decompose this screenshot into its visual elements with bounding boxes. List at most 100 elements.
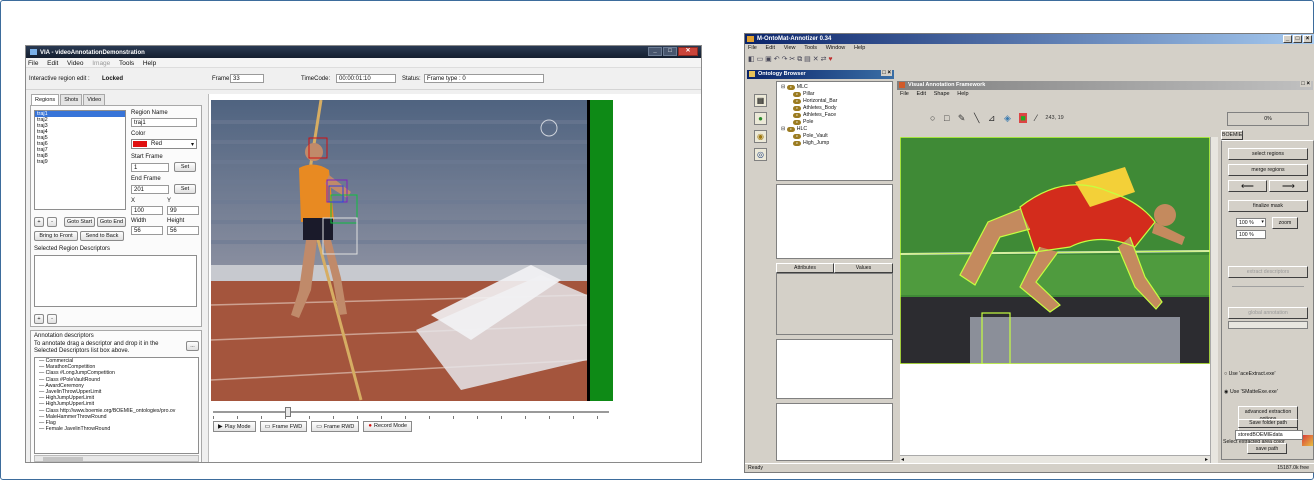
- menu-tools[interactable]: Tools: [119, 60, 134, 67]
- instances-panel[interactable]: [776, 184, 893, 259]
- menu-tools[interactable]: Tools: [804, 45, 817, 51]
- regions-list[interactable]: traj1 traj2 traj3 traj4 traj5 traj6 traj…: [34, 110, 126, 210]
- copy-icon[interactable]: ⧉: [797, 56, 802, 63]
- menu-edit[interactable]: Edit: [47, 60, 58, 67]
- save-path-button[interactable]: save path: [1247, 443, 1287, 454]
- annotation-field[interactable]: [1228, 321, 1308, 329]
- browse-ontology-button[interactable]: ...: [186, 341, 199, 351]
- frame-rwd-button[interactable]: ▭ Frame RWD: [311, 421, 360, 432]
- add-region-button[interactable]: +: [34, 217, 44, 227]
- minimize-button[interactable]: _: [648, 47, 662, 56]
- redo-icon[interactable]: ↷: [782, 56, 788, 63]
- link-icon[interactable]: ⇄: [821, 56, 827, 63]
- pencil-tool-icon[interactable]: ✎: [958, 113, 966, 123]
- width-field[interactable]: 56: [131, 226, 163, 235]
- attributes-table[interactable]: [776, 273, 893, 335]
- menu-edit[interactable]: Edit: [917, 91, 926, 97]
- horizontal-scrollbar[interactable]: ◂ ▸: [900, 455, 1210, 463]
- undo-icon[interactable]: ↶: [774, 56, 780, 63]
- open-icon[interactable]: ▭: [757, 56, 764, 63]
- cut-icon[interactable]: ✂: [789, 56, 795, 63]
- slider-thumb[interactable]: [285, 407, 291, 417]
- finalize-mask-button[interactable]: finalize mask: [1228, 200, 1308, 212]
- tree-node-mlc[interactable]: ⊟ c MLC: [781, 84, 888, 91]
- menu-window[interactable]: Window: [826, 45, 846, 51]
- fill-tool-icon[interactable]: ◈: [1004, 113, 1011, 123]
- x-field[interactable]: 100: [131, 206, 163, 215]
- instance-icon[interactable]: ◎: [754, 148, 767, 161]
- remove-region-button[interactable]: -: [47, 217, 57, 227]
- send-to-back-button[interactable]: Send to Back: [80, 231, 124, 241]
- goto-end-button[interactable]: Goto End: [97, 217, 126, 227]
- vertical-scrollbar[interactable]: [1210, 137, 1218, 463]
- radio-smatte[interactable]: ◉ Use 'SMatteExe.exe': [1224, 389, 1278, 395]
- end-frame-field[interactable]: 201: [131, 185, 169, 194]
- horizontal-scrollbar[interactable]: [34, 455, 199, 462]
- values-column-header[interactable]: Values: [834, 263, 893, 273]
- maximize-button[interactable]: □: [663, 47, 677, 56]
- ontology-tree[interactable]: ⊟ c MLC c Pillar c Horizontal_Bar c Athletes…: [776, 81, 893, 181]
- goto-start-button[interactable]: Goto Start: [64, 217, 95, 227]
- panel-close-icon[interactable]: □ ×: [1300, 81, 1311, 87]
- rectangle-tool-icon[interactable]: □: [944, 113, 949, 123]
- menu-help[interactable]: Help: [957, 91, 968, 97]
- tree-item[interactable]: — Female JavelinThrowRound: [35, 426, 198, 432]
- zoom-select[interactable]: 100 % ▾: [1236, 218, 1266, 227]
- tab-boemie[interactable]: BOEMIE: [1221, 130, 1243, 140]
- descriptor-tree[interactable]: — Commercial — MarathonCompetition — Cla…: [34, 357, 199, 454]
- close-button[interactable]: ✕: [678, 47, 698, 56]
- color-select[interactable]: Red ▾: [131, 139, 197, 149]
- save-icon[interactable]: ▣: [765, 56, 772, 63]
- scrollbar-thumb[interactable]: [43, 457, 83, 461]
- menu-file[interactable]: File: [900, 91, 909, 97]
- region-name-field[interactable]: traj1: [131, 118, 197, 127]
- polygon-tool-icon[interactable]: ⊿: [988, 113, 996, 123]
- list-item[interactable]: traj9: [35, 159, 125, 165]
- set-end-button[interactable]: Set: [174, 184, 196, 194]
- zoom-value-field[interactable]: 100 %: [1236, 230, 1266, 239]
- menu-view[interactable]: View: [784, 45, 796, 51]
- heart-icon[interactable]: ♥: [828, 56, 832, 63]
- set-start-button[interactable]: Set: [174, 162, 196, 172]
- line-tool-icon[interactable]: ╲: [974, 113, 979, 123]
- redo-arrow-button[interactable]: ⟶: [1269, 180, 1308, 192]
- tree-node[interactable]: c High_Jump: [781, 140, 888, 147]
- save-folder-field[interactable]: storedBOEMIEdata: [1235, 430, 1303, 440]
- menu-shape[interactable]: Shape: [934, 91, 950, 97]
- remove-descriptor-button[interactable]: -: [47, 314, 57, 324]
- tree-node-hlc[interactable]: ⊟ c HLC: [781, 126, 888, 133]
- tree-view-icon[interactable]: ▦: [754, 94, 767, 107]
- tree-node[interactable]: c Athletes_Face: [781, 112, 888, 119]
- scroll-right-icon[interactable]: ▸: [1205, 456, 1208, 463]
- property-icon[interactable]: ◉: [754, 130, 767, 143]
- play-mode-button[interactable]: ▶ Play Mode: [213, 421, 256, 432]
- selected-descriptors-list[interactable]: [34, 255, 197, 307]
- concept-icon[interactable]: ●: [754, 112, 767, 125]
- merge-regions-button[interactable]: merge regions: [1228, 164, 1308, 176]
- menu-file[interactable]: File: [28, 60, 38, 67]
- video-frame-pole-vault[interactable]: [211, 100, 587, 401]
- maximize-button[interactable]: □: [1293, 35, 1302, 43]
- y-field[interactable]: 99: [167, 206, 199, 215]
- close-button[interactable]: ×: [1303, 35, 1312, 43]
- menu-edit[interactable]: Edit: [766, 45, 775, 51]
- lower-panel-1[interactable]: [776, 339, 893, 399]
- minimize-button[interactable]: _: [1283, 35, 1292, 43]
- tab-shots[interactable]: Shots: [60, 94, 83, 105]
- height-field[interactable]: 56: [167, 226, 199, 235]
- menu-help[interactable]: Help: [854, 45, 865, 51]
- start-frame-field[interactable]: 1: [131, 163, 169, 172]
- record-mode-button[interactable]: ● Record Mode: [363, 421, 413, 432]
- tree-node[interactable]: c Pillar: [781, 91, 888, 98]
- high-jump-image[interactable]: [900, 137, 1210, 364]
- panel-close-icon[interactable]: □ ×: [881, 70, 892, 76]
- tree-node[interactable]: c Pole_Vault: [781, 133, 888, 140]
- bring-to-front-button[interactable]: Bring to Front: [34, 231, 78, 241]
- lower-panel-2[interactable]: [776, 403, 893, 461]
- zoom-button[interactable]: zoom: [1272, 217, 1298, 229]
- scroll-left-icon[interactable]: ◂: [901, 456, 904, 463]
- add-descriptor-button[interactable]: +: [34, 314, 44, 324]
- radio-ace-extract[interactable]: ○ Use 'aceExtract.exe': [1224, 371, 1276, 377]
- menu-file[interactable]: File: [748, 45, 757, 51]
- delete-icon[interactable]: ✕: [813, 56, 819, 63]
